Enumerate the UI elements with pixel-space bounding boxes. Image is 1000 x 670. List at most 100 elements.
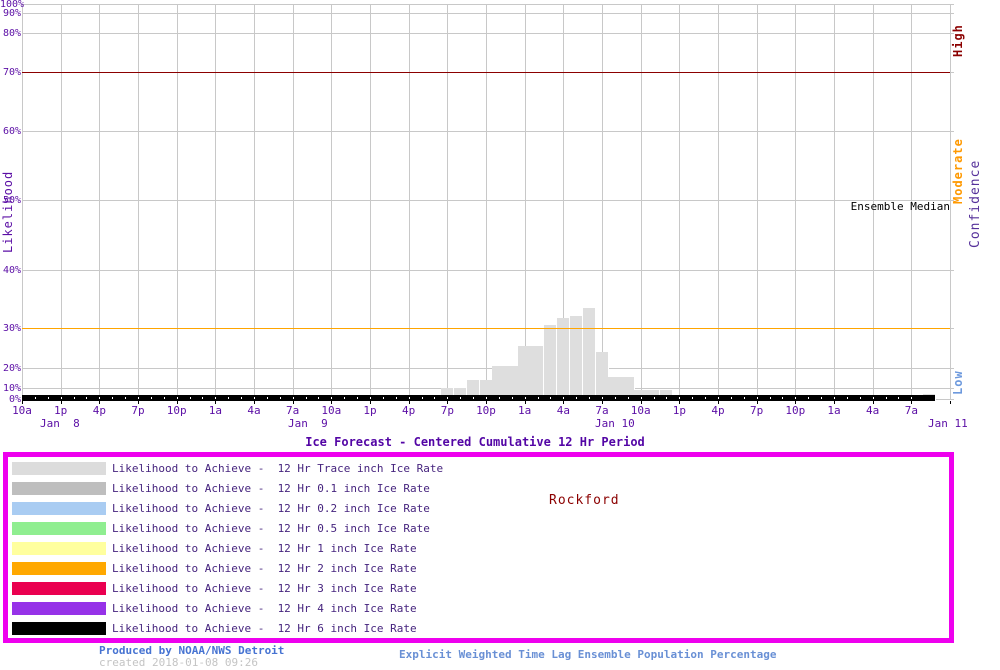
confidence-moderate-label: Moderate xyxy=(951,140,965,204)
bar xyxy=(570,316,583,401)
x-tick-label: 7p xyxy=(121,404,155,417)
hour-tick xyxy=(447,397,448,399)
footer-method-note: Explicit Weighted Time Lag Ensemble Popu… xyxy=(399,648,777,661)
x-tick-label: 7a xyxy=(894,404,928,417)
zero-likelihood-bar xyxy=(22,395,935,401)
x-tick-label: 7a xyxy=(276,404,310,417)
hour-tick xyxy=(112,397,113,399)
horizontal-gridline xyxy=(22,4,954,5)
hour-tick xyxy=(241,397,242,399)
hour-tick xyxy=(679,397,680,399)
x-date-label: Jan 8 xyxy=(40,417,80,430)
y-tick-label: 40% xyxy=(0,265,21,276)
hour-tick xyxy=(306,397,307,399)
hour-tick xyxy=(538,397,539,399)
x-tick-label: 10p xyxy=(778,404,812,417)
x-tick-label: 1p xyxy=(44,404,78,417)
hour-tick xyxy=(460,397,461,399)
x-tick-label: 4p xyxy=(701,404,735,417)
hour-tick xyxy=(228,397,229,399)
hour-tick xyxy=(138,397,139,399)
chart-title: Ice Forecast - Centered Cumulative 12 Hr… xyxy=(0,435,950,449)
vertical-gridline xyxy=(718,4,719,399)
horizontal-gridline xyxy=(22,131,954,132)
hour-tick xyxy=(151,397,152,399)
legend-label: Likelihood to Achieve - 12 Hr 3 inch Ice… xyxy=(112,581,417,596)
x-tick-label: 10a xyxy=(624,404,658,417)
ice-forecast-graphic: 0%10%20%30%40%50%60%70%80%90%100%10a1p4p… xyxy=(0,0,1000,670)
hour-tick xyxy=(86,397,87,399)
horizontal-gridline xyxy=(22,13,954,14)
hour-tick xyxy=(602,397,603,399)
vertical-gridline xyxy=(293,4,294,399)
x-date-label: Jan 9 xyxy=(288,417,328,430)
legend-swatch xyxy=(12,622,106,635)
legend-swatch xyxy=(12,562,106,575)
bar xyxy=(518,346,531,401)
x-tick-label: 1a xyxy=(508,404,542,417)
hour-tick xyxy=(74,397,75,399)
bar xyxy=(583,308,596,401)
hour-tick xyxy=(357,397,358,399)
legend-swatch xyxy=(12,482,106,495)
vertical-gridline xyxy=(679,4,680,399)
hour-tick xyxy=(331,397,332,399)
hour-tick xyxy=(834,397,835,399)
bar xyxy=(596,352,609,401)
vertical-gridline xyxy=(22,4,23,399)
y-tick-label: 60% xyxy=(0,126,21,137)
vertical-gridline xyxy=(447,4,448,399)
horizontal-gridline xyxy=(22,368,954,369)
vertical-gridline xyxy=(254,4,255,399)
vertical-gridline xyxy=(99,4,100,399)
hour-tick xyxy=(61,397,62,399)
hour-tick xyxy=(409,397,410,399)
hour-tick xyxy=(886,397,887,399)
confidence-axis-title: Confidence xyxy=(968,153,983,248)
hour-tick xyxy=(499,397,500,399)
bar xyxy=(531,346,544,401)
hour-tick xyxy=(641,397,642,399)
y-tick-label: 10% xyxy=(0,383,21,394)
hour-tick xyxy=(396,397,397,399)
vertical-gridline xyxy=(834,4,835,399)
vertical-gridline xyxy=(177,4,178,399)
legend-label: Likelihood to Achieve - 12 Hr 0.2 inch I… xyxy=(112,501,430,516)
bar xyxy=(557,318,570,401)
x-tick-label: 1p xyxy=(353,404,387,417)
y-tick-label: 100% xyxy=(0,0,21,10)
hour-tick xyxy=(808,397,809,399)
hour-tick xyxy=(177,397,178,399)
hour-tick xyxy=(190,397,191,399)
x-tick-label: 7p xyxy=(740,404,774,417)
x-tick-label: 1p xyxy=(662,404,696,417)
x-tick-label: 10p xyxy=(160,404,194,417)
legend-label: Likelihood to Achieve - 12 Hr 6 inch Ice… xyxy=(112,621,417,636)
hour-tick xyxy=(267,397,268,399)
hour-tick xyxy=(757,397,758,399)
x-tick-label: 4a xyxy=(237,404,271,417)
horizontal-gridline xyxy=(22,270,954,271)
hour-tick xyxy=(293,397,294,399)
x-tick-label: 1a xyxy=(198,404,232,417)
vertical-gridline xyxy=(331,4,332,399)
hour-tick xyxy=(563,397,564,399)
hour-tick xyxy=(782,397,783,399)
legend-label: Likelihood to Achieve - 12 Hr 1 inch Ice… xyxy=(112,541,417,556)
horizontal-gridline xyxy=(22,200,954,201)
hour-tick xyxy=(821,397,822,399)
hour-tick xyxy=(898,397,899,399)
x-tick-label: 10p xyxy=(469,404,503,417)
hour-tick xyxy=(344,397,345,399)
vertical-gridline xyxy=(370,4,371,399)
vertical-gridline xyxy=(525,4,526,399)
hour-tick xyxy=(48,397,49,399)
hour-tick xyxy=(473,397,474,399)
vertical-gridline xyxy=(757,4,758,399)
x-tick-label: 4p xyxy=(392,404,426,417)
legend-box: Likelihood to Achieve - 12 Hr Trace inch… xyxy=(3,452,954,643)
vertical-gridline xyxy=(641,4,642,399)
bar xyxy=(544,325,557,401)
reference-line xyxy=(22,328,950,329)
vertical-gridline xyxy=(215,4,216,399)
